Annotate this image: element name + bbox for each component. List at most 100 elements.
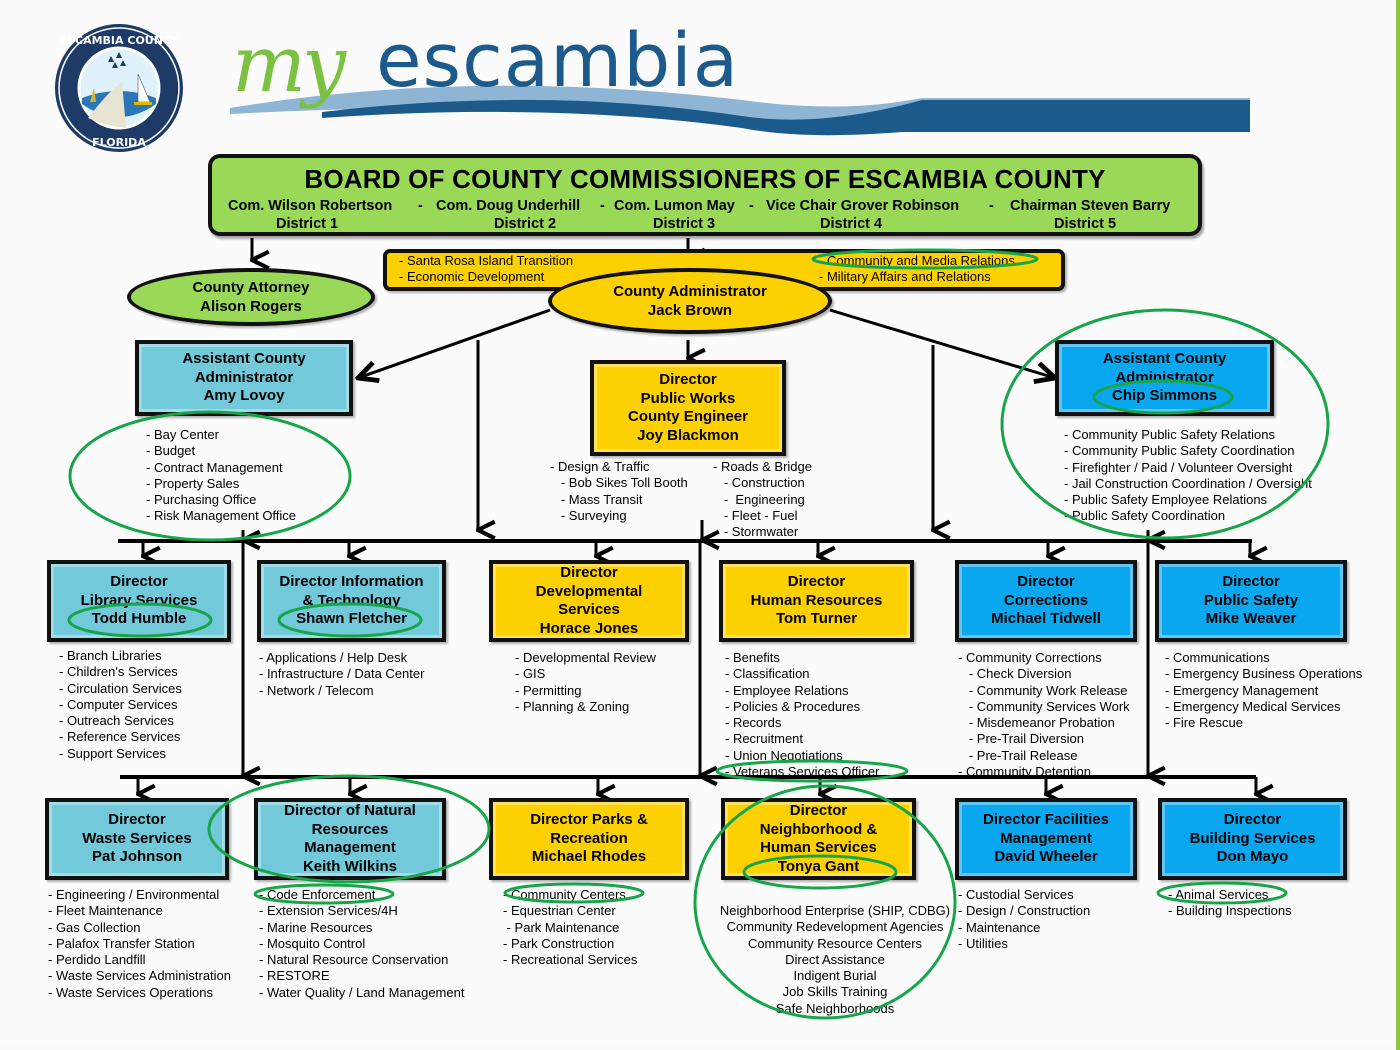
list-item: Community Redevelopment Agencies xyxy=(726,919,944,935)
node-line: Management xyxy=(304,839,396,856)
list-item: - Fleet Maintenance xyxy=(48,903,163,919)
node-line: Services xyxy=(558,601,620,618)
node-line: Neighborhood & xyxy=(759,820,878,838)
node-line: Building Services xyxy=(1189,829,1316,847)
list-item: - Recruitment xyxy=(725,731,804,747)
list-item: - Bay Center xyxy=(146,427,219,442)
node-person: Pat Johnson xyxy=(91,848,182,866)
commissioner-district: District 5 xyxy=(1054,216,1117,232)
separator: - xyxy=(749,198,754,214)
node-person: Michael Tidwell xyxy=(991,610,1101,628)
list-item: - Maintenance xyxy=(958,919,1041,935)
list-item: - Children's Services xyxy=(59,664,178,680)
list-item: - Mass Transit xyxy=(550,491,643,507)
node-line: Director Facilities xyxy=(983,811,1109,829)
node-line: County Engineer xyxy=(627,408,748,425)
county-seal-icon: ESCAMBIA COUNTY FLORIDA xyxy=(55,24,183,152)
list-item: - Support Services xyxy=(59,745,166,761)
list-item: - Design & Traffic xyxy=(550,459,650,474)
list-item: - Branch Libraries xyxy=(59,648,162,663)
tier4-responsibilities: - Animal Services - Building Inspections xyxy=(1168,887,1292,920)
tier3-responsibilities: - Community Corrections - Check Diversio… xyxy=(958,650,1130,780)
tier3-director-node: Director Corrections Michael Tidwell xyxy=(955,560,1137,642)
tier3-director-node: Director Information & Technology Shawn Fl… xyxy=(257,560,446,642)
node-line: Director xyxy=(1017,573,1075,591)
list-item: - Building Inspections xyxy=(1168,903,1292,919)
list-item: - Budget xyxy=(146,443,196,459)
list-item: - Emergency Management xyxy=(1165,682,1319,698)
list-item: - Gas Collection xyxy=(48,919,141,935)
node-line: Management xyxy=(1000,829,1092,847)
list-item: - Misdemeanor Probation xyxy=(958,715,1115,731)
node-line: Administrator xyxy=(194,368,294,386)
tier4-director-node: Director Parks & Recreation Michael Rhodes xyxy=(489,798,689,880)
list-item: - Outreach Services xyxy=(59,713,174,729)
list-item: - Community Public Safety Coordination xyxy=(1064,443,1295,459)
county-attorney-node: County Attorney Alison Rogers xyxy=(127,268,375,326)
list-item: - Stormwater xyxy=(713,524,799,540)
separator: - xyxy=(418,198,423,214)
tier4-responsibilities: - Community Centers - Equestrian Center -… xyxy=(503,887,637,968)
node-person: David Wheeler xyxy=(994,848,1098,866)
list-item: - Policies & Procedures xyxy=(725,698,861,714)
node-line: Assistant County xyxy=(1102,350,1227,368)
asst-admin-lovoy-responsibilities: - Bay Center - Budget - Contract Managem… xyxy=(146,427,296,525)
node-line: Human Resources xyxy=(750,591,883,609)
list-item: - Employee Relations xyxy=(725,682,849,698)
list-item: - Emergency Medical Services xyxy=(1165,698,1341,714)
tier3-responsibilities: - Communications - Emergency Business Ope… xyxy=(1165,650,1362,731)
tier4-director-node: Director Building Services Don Mayo xyxy=(1158,798,1347,880)
list-item: - Engineering xyxy=(713,491,805,507)
node-person: Chip Simmons xyxy=(1111,387,1217,405)
list-item: - Animal Services xyxy=(1168,887,1269,902)
commissioner-name: Com. Lumon May xyxy=(614,198,735,214)
tier3-director-node: Director Library Services Todd Humble xyxy=(47,560,231,642)
list-item: - Infrastructure / Data Center xyxy=(259,666,425,682)
list-item: - Pre-Trail Release xyxy=(958,747,1078,763)
asst-county-admin-lovoy: Assistant County Administrator Amy Lovoy xyxy=(135,340,353,416)
band-item: - Economic Development xyxy=(399,269,545,284)
asst-admin-simmons-responsibilities: - Community Public Safety Relations - Co… xyxy=(1064,427,1312,525)
list-item: - Fire Rescue xyxy=(1165,715,1244,731)
list-item: - Recreational Services xyxy=(503,952,638,968)
board-title: BOARD OF COUNTY COMMISSIONERS OF ESCAMBI… xyxy=(304,164,1106,194)
node-line: Resources xyxy=(311,820,389,838)
tier3-director-node: Director Public Safety Mike Weaver xyxy=(1155,560,1347,642)
node-line: Assistant County xyxy=(182,350,306,368)
node-person: Alison Rogers xyxy=(200,298,302,315)
list-item: - Communications xyxy=(1165,650,1270,665)
node-person: Joy Blackmon xyxy=(637,426,739,444)
list-item: Direct Assistance xyxy=(785,951,885,967)
node-line: Developmental xyxy=(535,582,643,600)
list-item: - Community Work Release xyxy=(958,682,1128,698)
list-item: - Community Detention xyxy=(958,764,1091,780)
list-item: - Property Sales xyxy=(146,475,240,491)
list-item: - Community Centers xyxy=(503,887,626,902)
node-title: County Attorney xyxy=(192,279,310,296)
list-item: - Emergency Business Operations xyxy=(1165,666,1363,682)
node-line: Director of Natural xyxy=(284,802,416,819)
tier4-responsibilities: - Engineering / Environmental - Fleet Mai… xyxy=(48,887,231,1001)
band-item: - Santa Rosa Island Transition xyxy=(399,253,574,268)
list-item: - Waste Services Administration xyxy=(48,968,232,984)
list-item: Indigent Burial xyxy=(793,968,877,984)
node-line: Director Parks & xyxy=(530,811,648,829)
commissioner-district: District 3 xyxy=(653,216,716,232)
node-line: Recreation xyxy=(550,829,628,847)
list-item: - Developmental Review xyxy=(515,650,656,665)
node-person: Jack Brown xyxy=(647,302,733,319)
list-item: - Benefits xyxy=(725,650,780,665)
list-item: - Purchasing Office xyxy=(146,492,257,508)
seal-top-text: ESCAMBIA COUNTY xyxy=(60,34,180,47)
commissioner-district: District 2 xyxy=(494,216,557,232)
list-item: - Roads & Bridge xyxy=(713,459,812,474)
node-person: Don Mayo xyxy=(1216,848,1289,866)
list-item: - Records xyxy=(725,715,782,731)
list-item: - GIS xyxy=(515,666,546,682)
list-item: - Community Corrections xyxy=(958,650,1102,665)
band-item: - Military Affairs and Relations xyxy=(819,269,991,284)
list-item: - Public Safety Coordination xyxy=(1064,508,1226,524)
board-of-commissioners: BOARD OF COUNTY COMMISSIONERS OF ESCAMBI… xyxy=(208,154,1202,236)
list-item: - Code Enforcement xyxy=(259,887,376,902)
list-item: - Pre-Trail Diversion xyxy=(958,731,1084,747)
